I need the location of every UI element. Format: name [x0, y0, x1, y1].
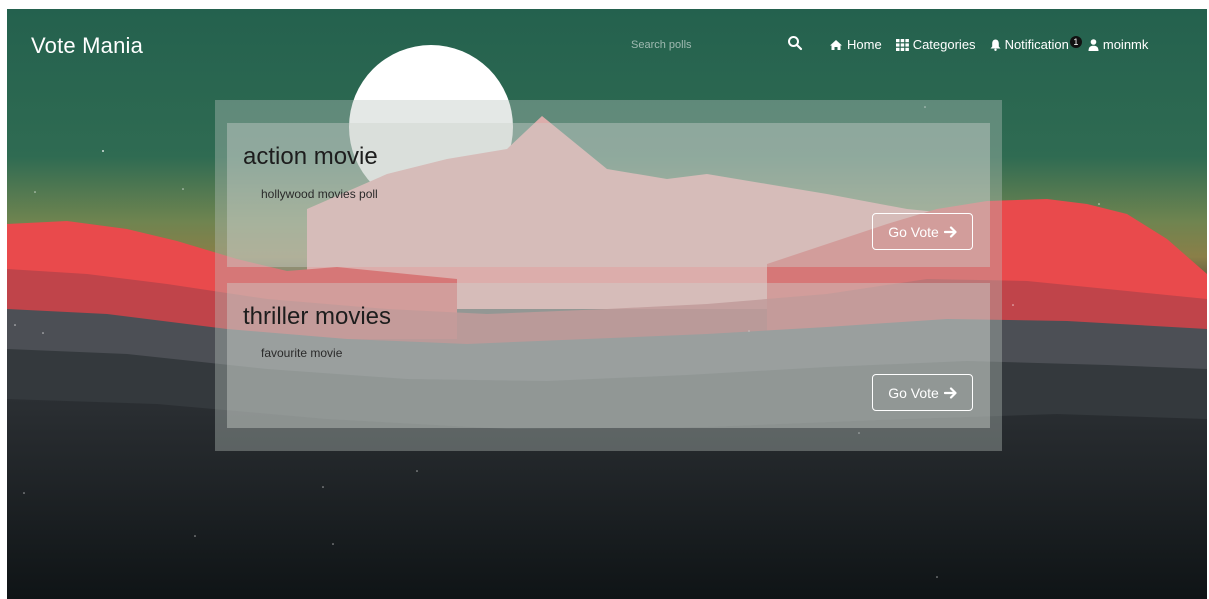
- notification-count-badge: 1: [1069, 35, 1082, 48]
- nav-links: Home Categories Notification 1 moinmk: [829, 35, 1162, 52]
- poll-subtitle: favourite movie: [261, 346, 343, 360]
- user-icon: [1088, 38, 1099, 51]
- go-vote-button[interactable]: Go Vote: [872, 213, 973, 250]
- poll-card: thriller movies favourite movie Go Vote: [227, 283, 990, 428]
- grid-icon: [895, 38, 909, 51]
- poll-subtitle: hollywood movies poll: [261, 187, 378, 201]
- search-icon: [788, 36, 803, 51]
- go-vote-label: Go Vote: [888, 384, 939, 401]
- search-button[interactable]: [787, 35, 805, 53]
- poll-card: action movie hollywood movies poll Go Vo…: [227, 123, 990, 267]
- nav-item-notification[interactable]: Notification 1: [990, 35, 1082, 52]
- bell-icon: [990, 39, 1001, 51]
- go-vote-button[interactable]: Go Vote: [872, 374, 973, 411]
- poll-title: thriller movies: [243, 303, 392, 330]
- app-window: Vote Mania Home: [7, 9, 1207, 599]
- go-vote-label: Go Vote: [888, 223, 939, 240]
- nav-item-user[interactable]: moinmk: [1088, 37, 1149, 52]
- nav-item-categories[interactable]: Categories: [895, 37, 976, 52]
- navbar: Vote Mania Home: [7, 9, 1207, 85]
- nav-item-home[interactable]: Home: [829, 37, 882, 52]
- nav-user-label: moinmk: [1102, 37, 1149, 52]
- arrow-right-icon: [943, 386, 957, 399]
- search-input[interactable]: [631, 36, 721, 54]
- nav-categories-label: Categories: [912, 37, 976, 52]
- nav-notification-label: Notification: [1004, 37, 1069, 52]
- arrow-right-icon: [943, 225, 957, 238]
- polls-panel: action movie hollywood movies poll Go Vo…: [215, 100, 1002, 451]
- nav-home-label: Home: [847, 37, 882, 52]
- home-icon: [829, 39, 843, 51]
- poll-title: action movie: [243, 143, 378, 170]
- brand-logo[interactable]: Vote Mania: [31, 33, 143, 59]
